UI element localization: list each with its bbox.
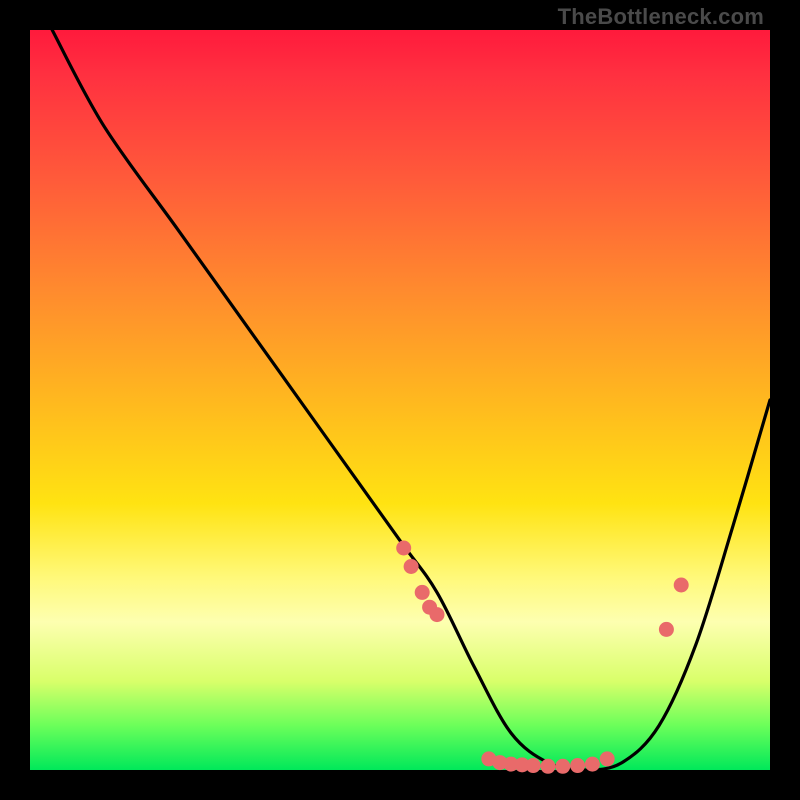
curve-marker xyxy=(674,578,689,593)
curve-marker xyxy=(541,759,556,774)
curve-marker xyxy=(415,585,430,600)
chart-svg xyxy=(30,30,770,770)
curve-marker xyxy=(555,759,570,774)
curve-marker xyxy=(600,751,615,766)
watermark-text: TheBottleneck.com xyxy=(558,4,764,30)
chart-frame xyxy=(30,30,770,770)
curve-marker xyxy=(659,622,674,637)
curve-marker xyxy=(430,607,445,622)
curve-marker xyxy=(396,541,411,556)
curve-marker xyxy=(526,758,541,773)
curve-marker xyxy=(404,559,419,574)
bottleneck-curve xyxy=(52,30,770,770)
curve-markers xyxy=(396,541,689,774)
curve-marker xyxy=(585,757,600,772)
curve-marker xyxy=(570,758,585,773)
